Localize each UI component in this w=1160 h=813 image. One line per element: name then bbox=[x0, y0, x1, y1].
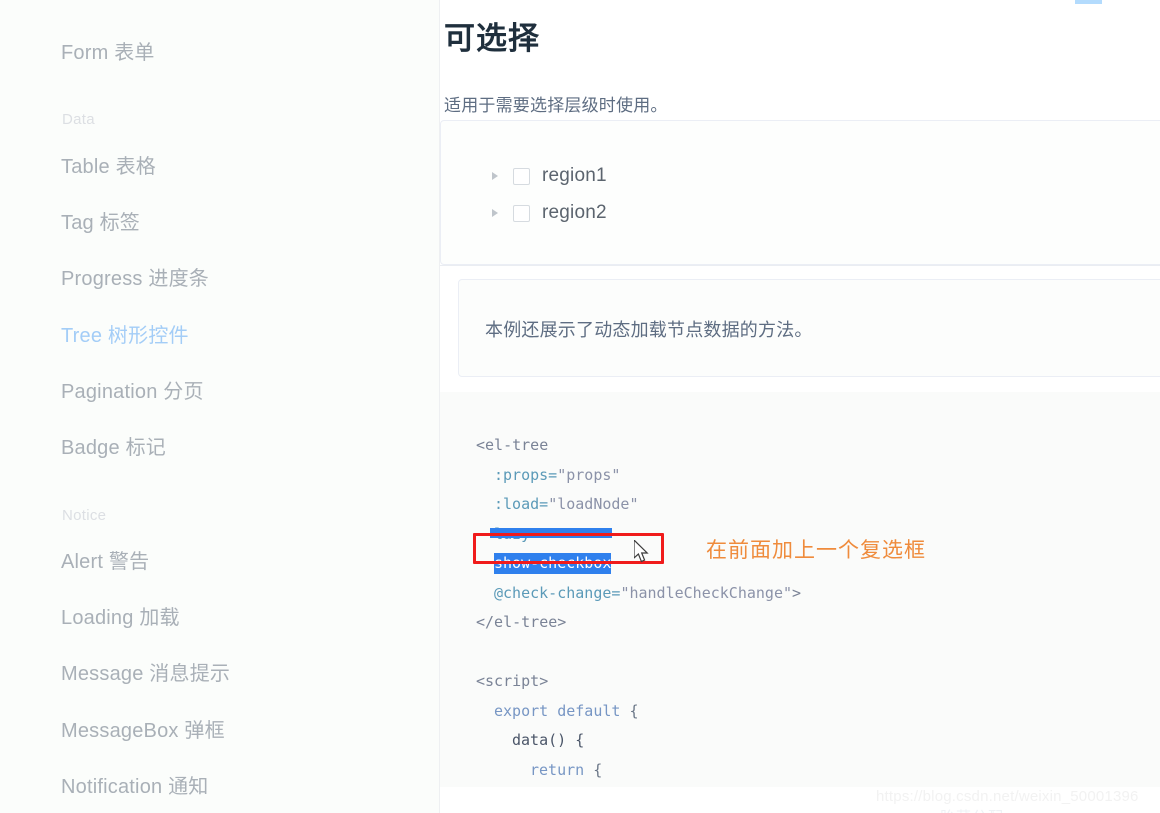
sidebar-nav: Form 表单 Data Table 表格 Tag 标签 Progress 进度条 Tre… bbox=[0, 0, 440, 813]
sidebar-item-notification[interactable]: Notification 通知 bbox=[61, 776, 209, 798]
code-token: <script> bbox=[476, 672, 549, 690]
code-line: <script> bbox=[476, 667, 801, 697]
sidebar-item-pagination[interactable]: Pagination 分页 bbox=[61, 381, 204, 403]
code-token: > bbox=[792, 583, 802, 602]
sidebar-item-progress[interactable]: Progress 进度条 bbox=[61, 268, 209, 290]
code-line: :load="loadNode" bbox=[476, 490, 801, 520]
watermark-url: https://blog.csdn.net/weixin_50001396 bbox=[876, 788, 1139, 805]
code-token: :props= bbox=[494, 465, 558, 484]
annotation-text: 在前面加上一个复选框 bbox=[706, 539, 926, 562]
code-token: data() { bbox=[512, 731, 585, 749]
top-blue-bar bbox=[1075, 0, 1102, 4]
caret-right-icon[interactable] bbox=[489, 206, 503, 220]
code-line: return { bbox=[476, 756, 801, 786]
tree-node-label: region2 bbox=[542, 202, 607, 223]
page-root: Form 表单 Data Table 表格 Tag 标签 Progress 进度条 Tre… bbox=[0, 0, 1160, 813]
tree-node[interactable]: region1 bbox=[489, 163, 607, 189]
sidebar-item-badge[interactable]: Badge 标记 bbox=[61, 437, 166, 459]
code-token: <el-tree bbox=[476, 436, 549, 454]
code-token: { bbox=[620, 701, 639, 720]
code-token: return bbox=[530, 760, 585, 779]
code-token: :load= bbox=[494, 495, 549, 513]
sidebar-group-label: Notice bbox=[62, 507, 107, 524]
demo-separator bbox=[440, 265, 1160, 266]
note-text: 本例还展示了动态加载节点数据的方法。 bbox=[485, 320, 813, 340]
sidebar-item-form[interactable]: Form 表单 bbox=[61, 42, 155, 64]
demo-card: region1 region2 bbox=[440, 120, 1160, 265]
watermark-subtext: 胎菜分配 bbox=[940, 806, 1004, 813]
main-content: 可选择 适用于需要选择层级时使用。 region1 region2 本例还展示了动… bbox=[440, 0, 1160, 813]
code-block[interactable]: <el-tree:props="props":load="loadNode"la… bbox=[440, 392, 1160, 787]
sidebar-item-messagebox[interactable]: MessageBox 弹框 bbox=[61, 720, 225, 742]
tree-node-label: region1 bbox=[542, 165, 607, 186]
tree-node-checkbox[interactable] bbox=[513, 167, 530, 185]
sidebar-item-tree[interactable]: Tree 树形控件 bbox=[61, 325, 189, 347]
caret-right-icon[interactable] bbox=[489, 169, 503, 183]
tree-node[interactable]: region2 bbox=[489, 200, 607, 226]
code-line: export default { bbox=[476, 697, 801, 727]
code-line: :props="props" bbox=[476, 461, 801, 491]
sidebar-item-table[interactable]: Table 表格 bbox=[61, 156, 156, 178]
code-line bbox=[476, 638, 801, 668]
code-token: export default bbox=[494, 701, 621, 720]
code-line: data() { bbox=[476, 726, 801, 756]
tree-widget[interactable]: region1 region2 bbox=[489, 163, 607, 237]
sidebar-item-tag[interactable]: Tag 标签 bbox=[61, 212, 140, 234]
page-title: 可选择 bbox=[444, 20, 540, 56]
code-line: @check-change="handleCheckChange"> bbox=[476, 579, 801, 609]
mouse-cursor-icon bbox=[634, 540, 649, 563]
sidebar-item-alert[interactable]: Alert 警告 bbox=[61, 551, 149, 573]
sidebar-item-loading[interactable]: Loading 加载 bbox=[61, 607, 180, 629]
code-token: </el-tree> bbox=[476, 613, 567, 631]
code-content[interactable]: <el-tree:props="props":load="loadNode"la… bbox=[476, 431, 801, 787]
tree-node-checkbox[interactable] bbox=[513, 204, 530, 222]
sidebar-group-label: Data bbox=[62, 111, 95, 128]
code-token: "handleCheckChange" bbox=[620, 583, 793, 602]
note-card: 本例还展示了动态加载节点数据的方法。 bbox=[458, 279, 1160, 377]
code-token: { bbox=[584, 760, 603, 779]
page-description: 适用于需要选择层级时使用。 bbox=[444, 96, 668, 115]
code-token: "props" bbox=[557, 465, 621, 484]
code-line: <el-tree bbox=[476, 431, 801, 461]
code-token: "loadNode" bbox=[548, 495, 639, 513]
code-line: </el-tree> bbox=[476, 608, 801, 638]
code-token: @check-change= bbox=[494, 583, 621, 602]
code-line: props: { bbox=[476, 785, 801, 787]
sidebar-item-message[interactable]: Message 消息提示 bbox=[61, 663, 230, 685]
